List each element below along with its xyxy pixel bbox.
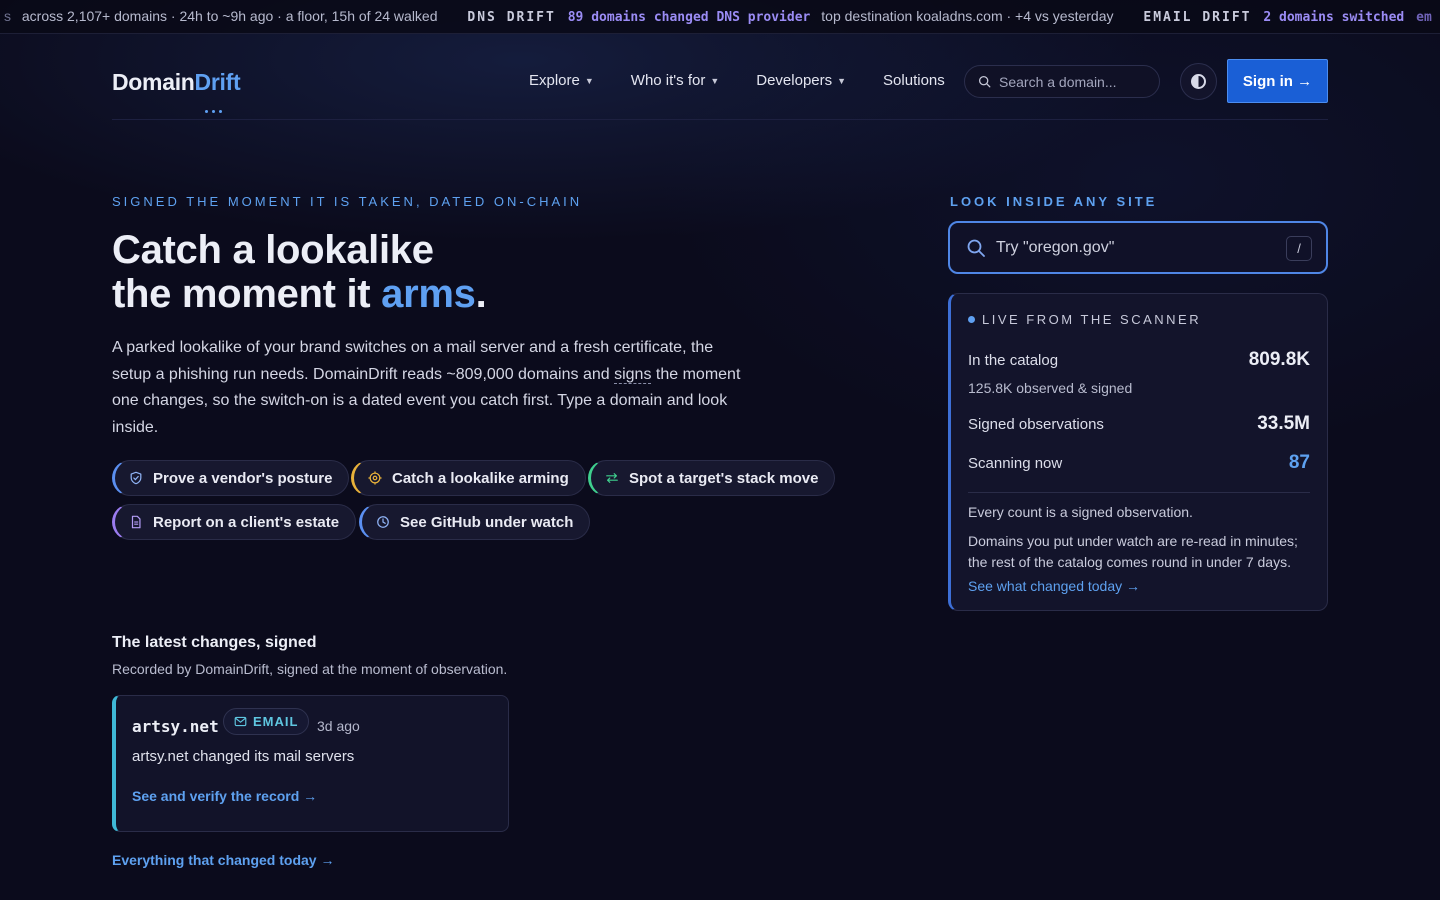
ticker-tag-dns-drift: DNS DRIFT xyxy=(467,10,556,25)
chip-label: Catch a lookalike arming xyxy=(392,469,569,487)
signed-observations-label: Signed observations xyxy=(968,416,1104,433)
activity-ticker: s across 2,107+ domains · 24h to ~9h ago… xyxy=(0,0,1440,34)
live-dot-icon xyxy=(968,316,975,323)
header-search-placeholder: Search a domain... xyxy=(999,73,1117,90)
nav-developers[interactable]: Developers ▼ xyxy=(756,72,846,89)
live-scanner-panel: LIVE FROM THE SCANNER In the catalog 809… xyxy=(948,293,1328,611)
keyboard-shortcut-hint: / xyxy=(1286,236,1312,261)
chip-vendor-posture[interactable]: Prove a vendor's posture xyxy=(112,460,350,496)
nav-solutions[interactable]: Solutions xyxy=(883,72,945,89)
ticker-highlight: 2 domains switched xyxy=(1263,10,1405,25)
nav-label: Developers xyxy=(756,72,833,89)
live-scanner-label: LIVE FROM THE SCANNER xyxy=(968,312,1201,327)
swap-arrows-icon xyxy=(606,473,618,483)
latest-changes-heading: The latest changes, signed xyxy=(112,634,317,651)
chip-label: Prove a vendor's posture xyxy=(153,469,333,487)
contrast-icon xyxy=(1191,74,1206,89)
hero-title-accent: arms xyxy=(381,272,476,316)
search-icon xyxy=(967,239,985,257)
live-label-text: LIVE FROM THE SCANNER xyxy=(982,312,1202,327)
change-timestamp: 3d ago xyxy=(317,718,360,734)
site-header: DomainDrift Explore ▼ Who it's for ▼ Devel… xyxy=(112,35,1328,120)
hero-title-text: the moment it xyxy=(112,272,382,316)
nav-who-its-for[interactable]: Who it's for ▼ xyxy=(631,72,719,89)
shield-check-icon xyxy=(130,471,142,485)
hero-title: Catch a lookalike the moment it arms. xyxy=(112,228,487,316)
scanning-now-label: Scanning now xyxy=(968,455,1063,472)
chip-github-watch[interactable]: See GitHub under watch xyxy=(359,504,591,540)
what-changed-today-link[interactable]: See what changed today → xyxy=(968,578,1140,594)
catalog-subtext: 125.8K observed & signed xyxy=(968,380,1133,396)
mail-icon xyxy=(234,716,247,727)
sign-in-button[interactable]: Sign in → xyxy=(1227,59,1328,103)
nav-explore[interactable]: Explore ▼ xyxy=(529,72,594,89)
nav-label: Who it's for xyxy=(630,72,706,89)
change-domain: artsy.net xyxy=(132,717,219,736)
signs-term-link[interactable]: signs xyxy=(614,365,652,384)
catalog-value: 809.8K xyxy=(1248,349,1310,370)
signed-observations-value: 33.5M xyxy=(1257,413,1310,434)
verify-record-link[interactable]: See and verify the record → xyxy=(132,788,317,804)
header-search[interactable]: Search a domain... xyxy=(964,65,1160,98)
ticker-fragment: em xyxy=(1416,10,1432,25)
logo-dots xyxy=(205,100,226,118)
divider xyxy=(968,492,1310,493)
scanner-note: Every count is a signed observation. xyxy=(968,504,1193,520)
scanning-now-value: 87 xyxy=(1288,452,1310,473)
change-type-badge: EMAIL xyxy=(223,708,310,735)
logo-word-drift: Drift xyxy=(194,69,241,95)
latest-changes-subheading: Recorded by DomainDrift, signed at the m… xyxy=(112,661,508,677)
main-nav: Explore ▼ Who it's for ▼ Developers ▼ Solut… xyxy=(529,72,982,89)
chevron-down-icon: ▼ xyxy=(710,75,720,86)
hero-title-line2: the moment it arms. xyxy=(112,272,487,316)
nav-label: Solutions xyxy=(883,72,945,89)
logo-word-domain: Domain xyxy=(112,69,195,95)
ticker-tag-email-drift: EMAIL DRIFT xyxy=(1143,10,1252,25)
change-card[interactable]: artsy.net EMAIL 3d ago artsy.net changed… xyxy=(112,695,509,832)
ticker-highlight: 89 domains changed DNS provider xyxy=(567,10,811,25)
nav-label: Explore xyxy=(529,72,580,89)
chevron-down-icon: ▼ xyxy=(837,75,847,86)
crosshair-icon xyxy=(368,471,382,485)
hero-eyebrow: SIGNED THE MOMENT IT IS TAKEN, DATED ON-… xyxy=(112,194,583,209)
hero-title-period: . xyxy=(475,272,487,316)
logo[interactable]: DomainDrift xyxy=(112,69,241,96)
chip-lookalike-arming[interactable]: Catch a lookalike arming xyxy=(351,460,586,496)
search-icon xyxy=(978,75,991,88)
chip-label: See GitHub under watch xyxy=(400,513,574,531)
chip-stack-move[interactable]: Spot a target's stack move xyxy=(588,460,836,496)
ticker-item-text: across 2,107+ domains · 24h to ~9h ago ·… xyxy=(21,8,438,24)
site-lookup-input[interactable] xyxy=(996,238,1266,257)
theme-toggle-button[interactable] xyxy=(1180,63,1217,100)
scanner-cadence-note: Domains you put under watch are re-read … xyxy=(968,533,1298,570)
chevron-down-icon: ▼ xyxy=(584,75,594,86)
chip-label: Report on a client's estate xyxy=(153,513,340,531)
chip-label: Spot a target's stack move xyxy=(629,469,819,487)
catalog-label: In the catalog xyxy=(968,352,1059,369)
hero-title-line1: Catch a lookalike xyxy=(112,228,434,272)
site-lookup-search: / xyxy=(948,221,1328,274)
look-inside-heading: LOOK INSIDE ANY SITE xyxy=(950,194,1158,209)
change-description: artsy.net changed its mail servers xyxy=(132,748,355,765)
clock-icon xyxy=(377,516,389,528)
ticker-item-text: top destination koaladns.com · +4 vs yes… xyxy=(821,8,1114,24)
ticker-fragment: s xyxy=(4,8,11,24)
hero-description: A parked lookalike of your brand switche… xyxy=(112,335,742,441)
badge-label: EMAIL xyxy=(253,714,299,729)
document-icon xyxy=(131,515,141,529)
all-changes-link[interactable]: Everything that changed today → xyxy=(112,852,334,868)
chip-client-estate[interactable]: Report on a client's estate xyxy=(112,504,357,540)
